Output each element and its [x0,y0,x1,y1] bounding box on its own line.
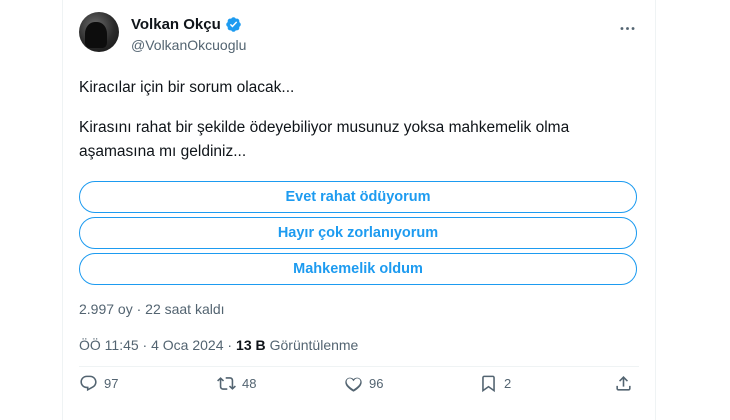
share-button[interactable] [614,374,633,393]
views-count: 13 B [236,337,266,353]
tweet-paragraph: Kiracılar için bir sorum olacak... [79,79,295,96]
retweet-icon [217,376,236,390]
poll-meta: 2.997 oy · 22 saat kaldı [79,301,225,317]
like-count: 96 [369,375,384,391]
timestamp[interactable]: ÖÖ 11:45 · 4 Oca 2024 · [79,337,232,353]
reply-count: 97 [104,375,119,391]
tweet-info: ÖÖ 11:45 · 4 Oca 2024 · 13 B Görüntülenm… [79,337,358,353]
tweet-card: Volkan Okçu @VolkanOkcuoglu Kiracılar iç… [62,0,656,420]
verified-badge-icon[interactable] [225,16,242,33]
share-icon [616,375,631,391]
author-handle[interactable]: @VolkanOkcuoglu [131,37,246,53]
poll-option-court[interactable]: Mahkemelik oldum [79,253,637,285]
bookmark-icon [482,375,495,392]
reply-icon [80,375,97,391]
tweet-paragraph: Kirasını rahat bir şekilde ödeyebiliyor … [79,119,570,160]
poll-option-no[interactable]: Hayır çok zorlanıyorum [79,217,637,249]
like-button[interactable]: 96 [344,374,383,393]
bookmark-count: 2 [504,375,512,391]
views-label: Görüntülenme [269,337,359,353]
divider [79,366,639,367]
retweet-button[interactable]: 48 [217,374,256,393]
like-icon [345,377,362,392]
author-display-name[interactable]: Volkan Okçu [131,16,221,33]
poll: Evet rahat ödüyorum Hayır çok zorlanıyor… [79,181,637,289]
retweet-count: 48 [242,375,257,391]
reply-button[interactable]: 97 [79,374,118,393]
avatar[interactable] [79,12,119,52]
poll-option-yes[interactable]: Evet rahat ödüyorum [79,181,637,213]
tweet-text: Kiracılar için bir sorum olacak... Kiras… [79,76,641,164]
more-options-icon[interactable] [617,18,637,38]
author-name-row: Volkan Okçu [131,16,242,33]
bookmark-button[interactable]: 2 [479,374,511,393]
